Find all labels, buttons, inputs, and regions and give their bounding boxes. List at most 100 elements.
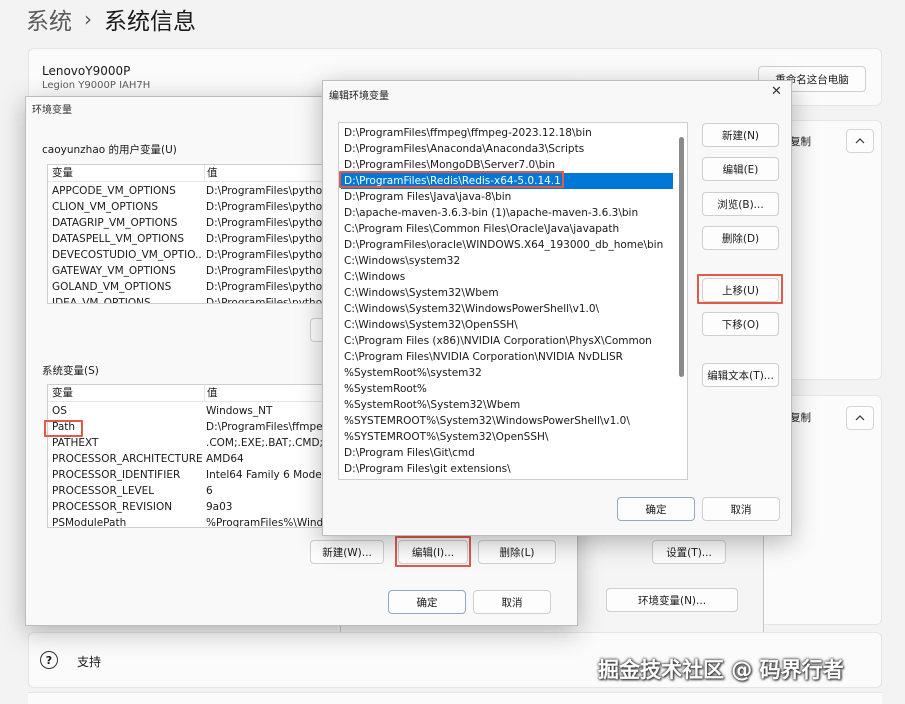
variable-name: GATEWAY_VM_OPTIONS [52,265,176,277]
variable-value: 9a03 [206,501,233,513]
table-row[interactable]: CLION_VM_OPTIONS D:\ProgramFiles\python [48,199,323,215]
table-row[interactable]: OS Windows_NT [48,403,323,419]
expand-chevron-1[interactable] [846,129,874,153]
variable-value: .COM;.EXE;.BAT;.CMD;.VI [206,437,323,449]
system-vars-delete-button[interactable]: 删除(L) [478,540,556,564]
path-item[interactable]: C:\Windows\System32\Wbem [341,285,673,301]
path-item[interactable]: %SystemRoot% [341,381,673,397]
path-list[interactable]: D:\ProgramFiles\ffmpeg\ffmpeg-2023.12.18… [338,122,688,480]
table-row[interactable]: PROCESSOR_LEVEL 6 [48,483,323,499]
path-item[interactable]: D:\Program Files\Git\cmd [341,445,673,461]
variable-value: D:\ProgramFiles\ffmpeg [206,421,323,433]
edit-ok-button[interactable]: 确定 [617,497,695,521]
path-item-selected[interactable]: D:\ProgramFiles\Redis\Redis-x64-5.0.14.1 [341,173,673,189]
table-row[interactable]: DEVECOSTUDIO_VM_OPTIO... D:\ProgramFiles\… [48,247,323,263]
breadcrumb: 系统 › 系统信息 [26,2,196,36]
edit-delete-button[interactable]: 删除(D) [702,226,779,250]
variable-value: 6 [206,485,213,497]
path-list-scrollbar[interactable] [679,137,684,377]
variable-name: PATHEXT [52,437,99,449]
path-item[interactable]: D:\Program Files\Java\java-8\bin [341,189,673,205]
table-row[interactable]: Path D:\ProgramFiles\ffmpeg [48,419,323,435]
variable-name: PROCESSOR_LEVEL [52,485,155,497]
path-item[interactable]: C:\Program Files\NVIDIA Corporation\NVID… [341,349,673,365]
path-item[interactable]: %SYSTEMROOT%\System32\OpenSSH\ [341,429,673,445]
variable-value: D:\ProgramFiles\python [206,281,323,293]
path-item[interactable]: D:\ProgramFiles\ffmpeg\ffmpeg-2023.12.18… [341,125,673,141]
path-item[interactable]: C:\Program Files (x86)\NVIDIA Corporatio… [341,333,673,349]
table-row[interactable]: IDEA_VM_OPTIONS D:\ProgramFiles\python [48,295,323,303]
path-item[interactable]: C:\Program Files\Common Files\Oracle\Jav… [341,221,673,237]
path-item[interactable]: C:\Windows [341,269,673,285]
variable-value: D:\ProgramFiles\python [206,249,323,261]
variable-name: PROCESSOR_ARCHITECTURE [52,453,202,465]
move-down-button[interactable]: 下移(O) [702,312,779,336]
variable-name: Path [52,421,76,433]
edit-new-button[interactable]: 新建(N) [702,123,779,147]
path-item[interactable]: D:\ProgramFiles\Anaconda\Anaconda3\Scrip… [341,141,673,157]
table-row[interactable]: PSModulePath %ProgramFiles%\Windo [48,515,323,528]
system-vars-table[interactable]: 变量 值 OS Windows_NT Path D:\ProgramFiles\ffm… [47,384,324,528]
edit-browse-button[interactable]: 浏览(B)... [702,192,779,216]
table-row[interactable]: PROCESSOR_ARCHITECTURE AMD64 [48,451,323,467]
env-dialog-title: 环境变量 [32,105,72,116]
path-item[interactable]: D:\apache-maven-3.6.3-bin (1)\apache-mav… [341,205,673,221]
env-dialog-cancel-button[interactable]: 取消 [473,590,551,614]
table-row[interactable]: DATAGRIP_VM_OPTIONS D:\ProgramFiles\pytho… [48,215,323,231]
variable-name: OS [52,405,67,417]
variable-name: DATASPELL_VM_OPTIONS [52,233,185,245]
edit-edit-button[interactable]: 编辑(E) [702,157,779,181]
edit-cancel-button[interactable]: 取消 [702,497,780,521]
path-item[interactable]: C:\Windows\system32 [341,253,673,269]
performance-settings-button[interactable]: 设置(T)... [652,540,726,564]
user-vars-section-label: caoyunzhao 的用户变量(U) [42,144,177,156]
breadcrumb-parent[interactable]: 系统 [26,2,72,36]
path-item[interactable]: %SystemRoot%\System32\Wbem [341,397,673,413]
copy-button-2[interactable]: 复制 [790,404,836,430]
path-item[interactable]: D:\Program Files\git extensions\ [341,461,673,477]
column-header-variable[interactable]: 变量 [52,385,73,402]
column-header-value[interactable]: 值 [204,385,218,402]
variable-name: DATAGRIP_VM_OPTIONS [52,217,178,229]
support-label[interactable]: 支持 [77,653,101,670]
variable-value: Windows_NT [206,405,273,417]
chevron-up-icon [855,138,865,144]
column-header-value[interactable]: 值 [204,165,218,182]
variable-name: DEVECOSTUDIO_VM_OPTIO... [52,249,202,261]
env-dialog-ok-button[interactable]: 确定 [388,590,466,614]
variable-value: D:\ProgramFiles\python [206,233,323,245]
table-row[interactable]: PATHEXT .COM;.EXE;.BAT;.CMD;.VI [48,435,323,451]
copy-button-1[interactable]: 复制 [790,128,836,154]
chevron-up-icon [855,415,865,421]
user-vars-header: 变量 值 [48,165,323,182]
variable-value: %ProgramFiles%\Windo [206,517,323,528]
path-item[interactable]: D:\ProgramFiles\MongoDB\Server7.0\bin [341,157,673,173]
close-icon[interactable]: ✕ [771,84,782,99]
path-item[interactable]: %SystemRoot%\system32 [341,365,673,381]
table-row[interactable]: DATASPELL_VM_OPTIONS D:\ProgramFiles\pyth… [48,231,323,247]
path-item[interactable]: %SYSTEMROOT%\System32\WindowsPowerShell\… [341,413,673,429]
path-item[interactable]: C:\Windows\System32\OpenSSH\ [341,317,673,333]
system-vars-edit-button[interactable]: 编辑(I)... [398,540,468,564]
bottom-card-edge [28,692,882,704]
column-header-variable[interactable]: 变量 [52,165,73,182]
environment-variables-button[interactable]: 环境变量(N)... [606,588,738,612]
variable-value: Intel64 Family 6 Model [206,469,323,481]
device-model: Legion Y9000P IAH7H [42,80,151,91]
table-row[interactable]: PROCESSOR_REVISION 9a03 [48,499,323,515]
path-item[interactable]: C:\Windows\System32\WindowsPowerShell\v1… [341,301,673,317]
path-item[interactable]: D:\ProgramFiles\oracle\WINDOWS.X64_19300… [341,237,673,253]
help-icon: ? [40,651,58,669]
variable-name: APPCODE_VM_OPTIONS [52,185,176,197]
table-row[interactable]: PROCESSOR_IDENTIFIER Intel64 Family 6 Mod… [48,467,323,483]
table-row[interactable]: APPCODE_VM_OPTIONS D:\ProgramFiles\python [48,183,323,199]
user-vars-table[interactable]: 变量 值 APPCODE_VM_OPTIONS D:\ProgramFiles\p… [47,164,324,304]
move-up-button[interactable]: 上移(U) [702,278,779,302]
table-row[interactable]: GATEWAY_VM_OPTIONS D:\ProgramFiles\python [48,263,323,279]
system-vars-section-label: 系统变量(S) [42,365,99,377]
system-vars-new-button[interactable]: 新建(W)... [310,540,384,564]
table-row[interactable]: GOLAND_VM_OPTIONS D:\ProgramFiles\python [48,279,323,295]
expand-chevron-2[interactable] [846,406,874,430]
edit-text-button[interactable]: 编辑文本(T)... [702,363,779,387]
variable-name: PROCESSOR_IDENTIFIER [52,469,181,481]
